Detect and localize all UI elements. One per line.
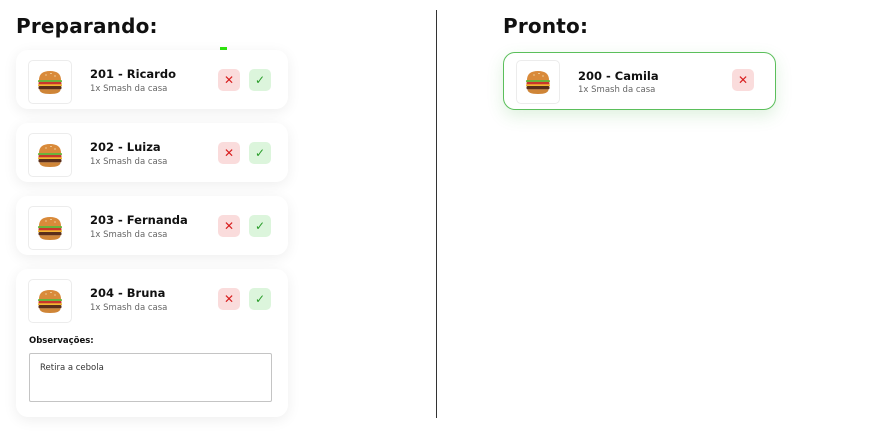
order-item: 1x Smash da casa [90, 303, 168, 313]
cancel-order-button[interactable]: ✕ [732, 69, 754, 91]
order-item: 1x Smash da casa [90, 230, 168, 240]
column-divider [436, 10, 437, 418]
cancel-order-button[interactable]: ✕ [218, 142, 240, 164]
close-icon: ✕ [223, 219, 235, 233]
close-icon: ✕ [223, 292, 235, 306]
cancel-order-button[interactable]: ✕ [218, 69, 240, 91]
confirm-order-button[interactable]: ✓ [249, 215, 271, 237]
check-icon: ✓ [254, 73, 266, 87]
burger-icon [28, 133, 72, 177]
confirm-order-button[interactable]: ✓ [249, 69, 271, 91]
burger-icon [28, 279, 72, 323]
confirm-order-button[interactable]: ✓ [249, 142, 271, 164]
order-title: 203 - Fernanda [90, 213, 188, 227]
check-icon: ✓ [254, 146, 266, 160]
order-item: 1x Smash da casa [90, 157, 168, 167]
cancel-order-button[interactable]: ✕ [218, 215, 240, 237]
check-icon: ✓ [254, 219, 266, 233]
order-title: 202 - Luiza [90, 140, 161, 154]
order-card-203: 203 - Fernanda 1x Smash da casa ✕ ✓ [16, 196, 288, 255]
order-item: 1x Smash da casa [578, 85, 656, 95]
ready-order-card-200: 200 - Camila 1x Smash da casa ✕ [503, 52, 776, 110]
order-title: 204 - Bruna [90, 286, 166, 300]
order-card-201: 201 - Ricardo 1x Smash da casa ✕ ✓ [16, 50, 288, 109]
close-icon: ✕ [223, 73, 235, 87]
burger-icon [516, 60, 560, 104]
burger-icon [28, 206, 72, 250]
ready-column-title: Pronto: [503, 14, 589, 38]
close-icon: ✕ [223, 146, 235, 160]
preparing-column-title: Preparando: [16, 14, 158, 38]
order-title: 201 - Ricardo [90, 67, 176, 81]
confirm-order-button[interactable]: ✓ [249, 288, 271, 310]
cancel-order-button[interactable]: ✕ [218, 288, 240, 310]
order-item: 1x Smash da casa [90, 84, 168, 94]
order-card-202: 202 - Luiza 1x Smash da casa ✕ ✓ [16, 123, 288, 182]
notes-field[interactable]: Retira a cebola [29, 353, 272, 402]
burger-icon [28, 60, 72, 104]
order-title: 200 - Camila [578, 69, 659, 83]
check-icon: ✓ [254, 292, 266, 306]
notes-label: Observações: [29, 336, 94, 346]
close-icon: ✕ [737, 73, 749, 87]
order-card-204: 204 - Bruna 1x Smash da casa ✕ ✓ Observa… [16, 269, 288, 417]
